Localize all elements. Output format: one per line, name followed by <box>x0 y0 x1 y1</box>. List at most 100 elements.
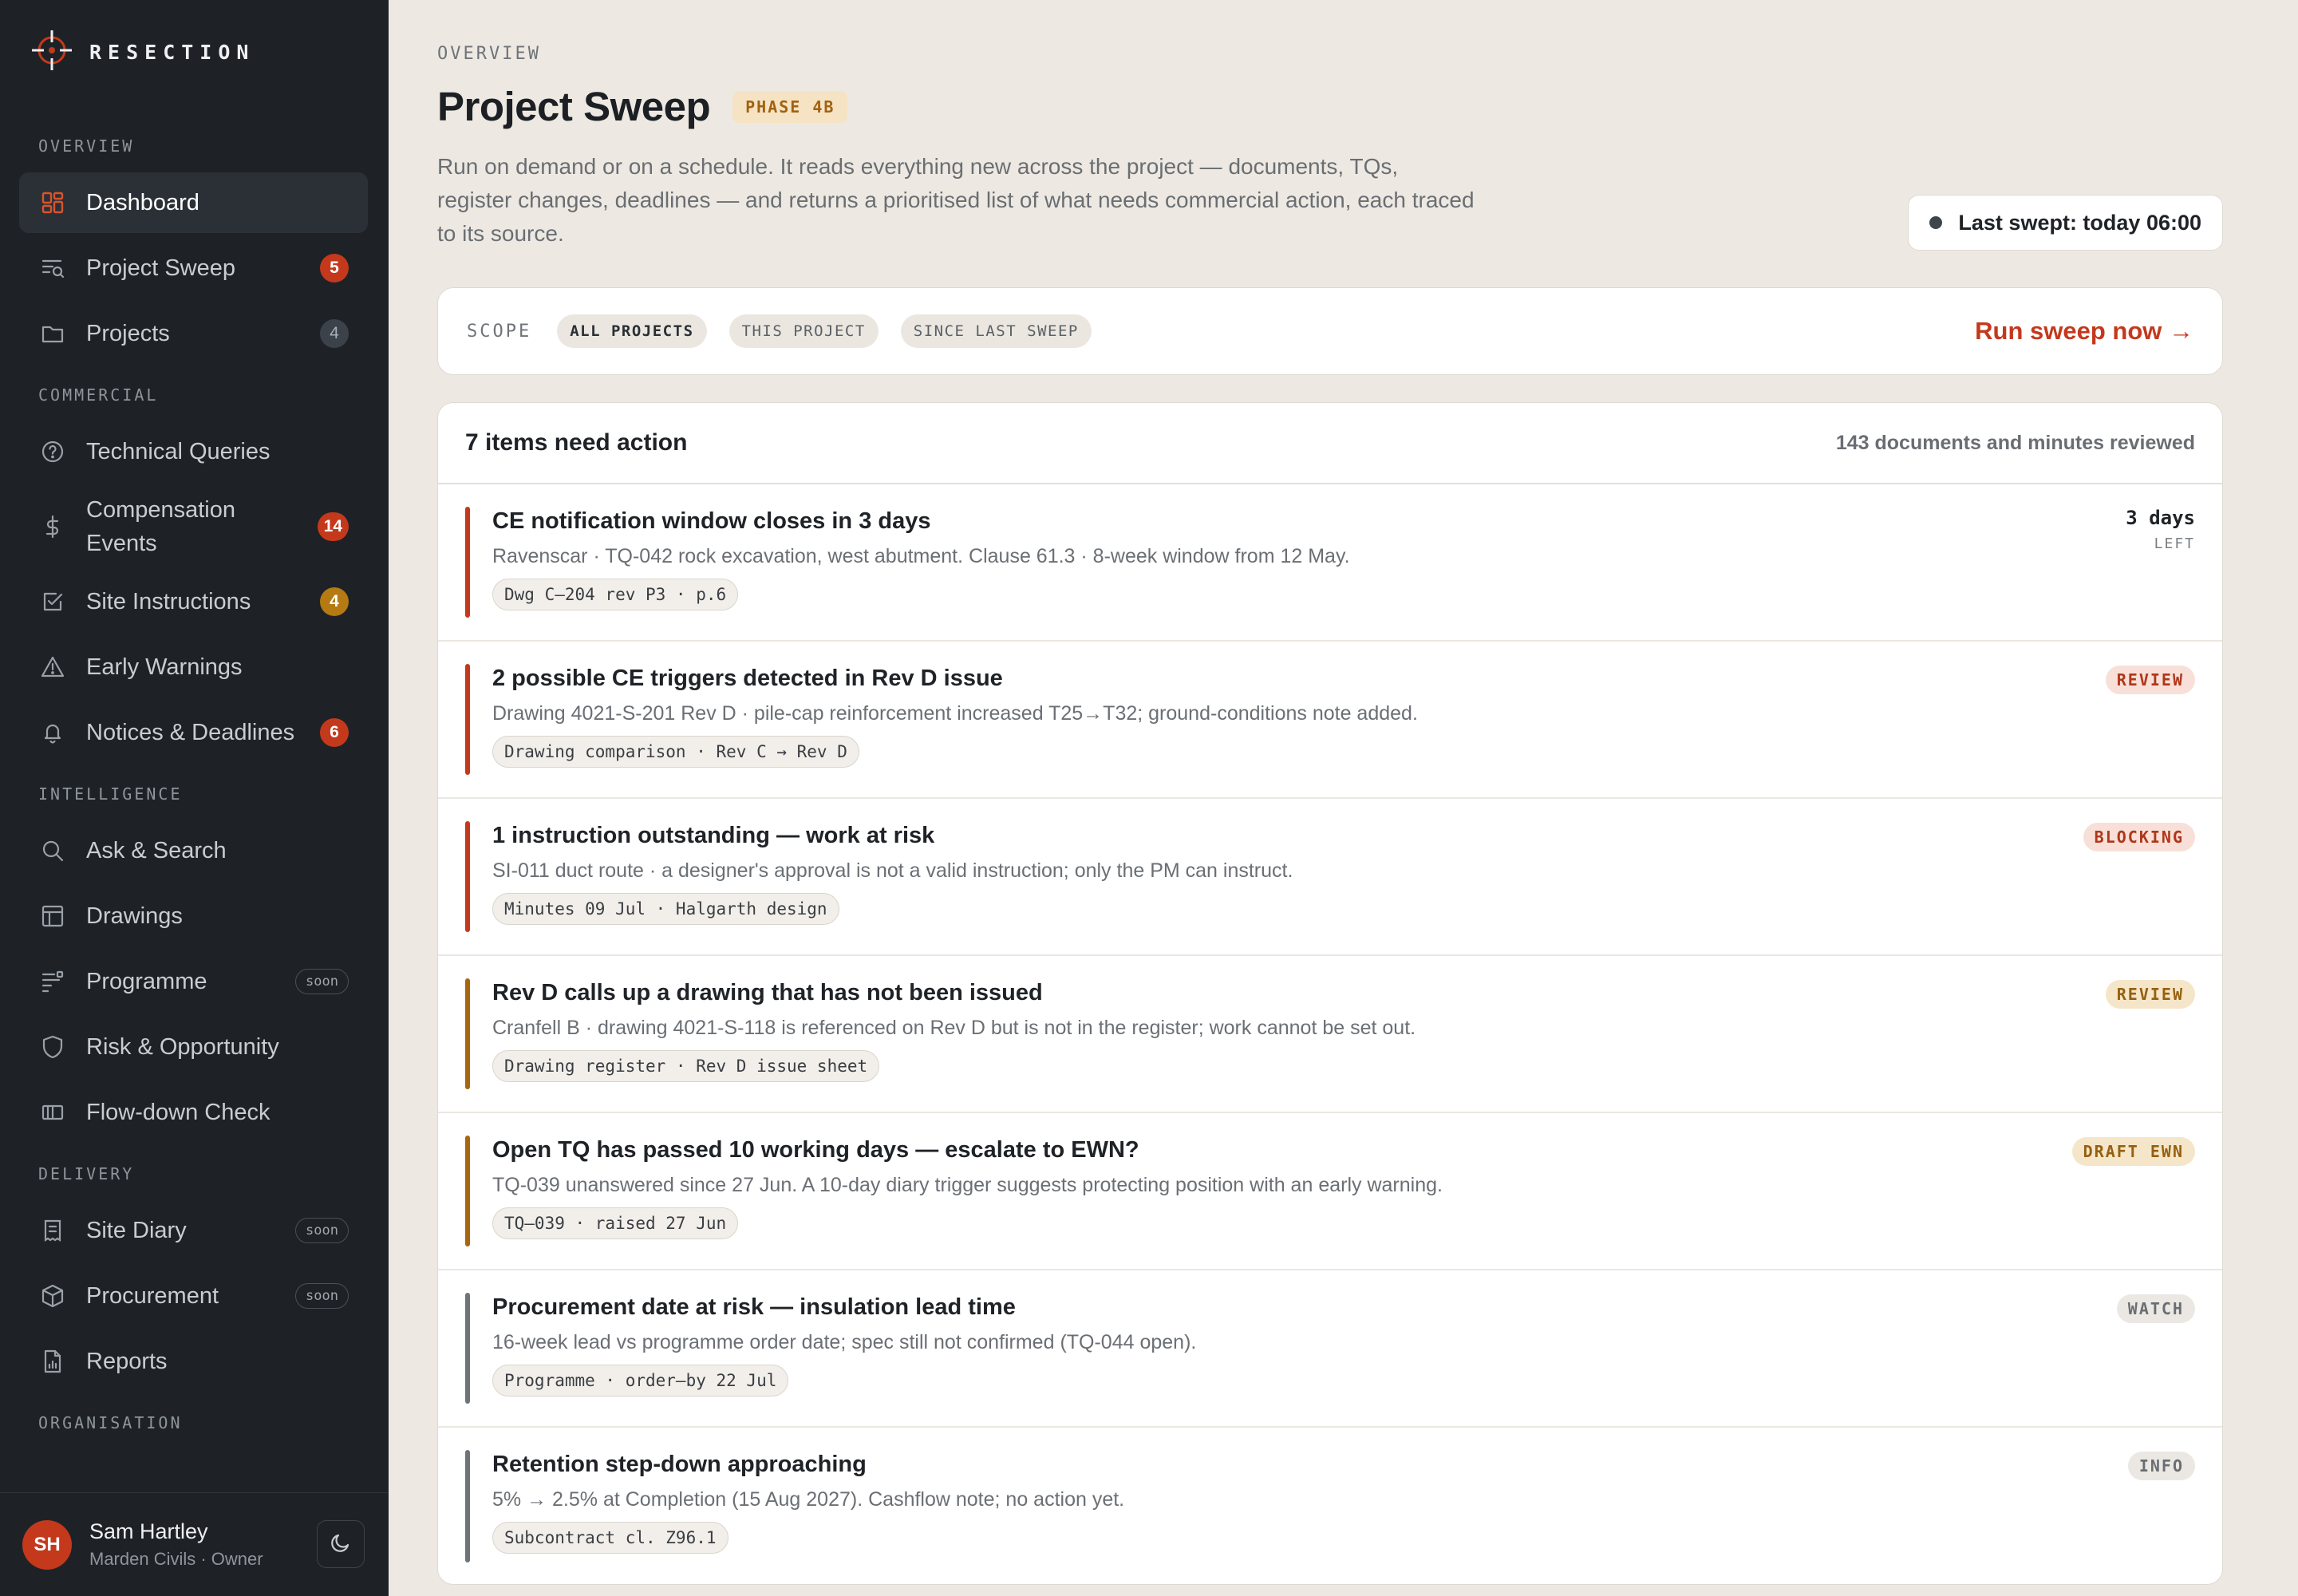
status-badge: INFO <box>2127 1452 2195 1480</box>
status-badge: WATCH <box>2116 1294 2195 1323</box>
sidebar-item-projects[interactable]: Projects 4 <box>19 303 368 364</box>
sidebar-nav: OVERVIEW Dashboard Project Sweep 5 Proje… <box>0 120 389 1449</box>
sidebar-item-label: Early Warnings <box>86 654 243 680</box>
priority-bar <box>465 978 470 1089</box>
sidebar-item-reports[interactable]: Reports <box>19 1331 368 1392</box>
item-description: Drawing 4021-S-201 Rev D · pile-cap rein… <box>492 702 1418 725</box>
priority-bar <box>465 1136 470 1246</box>
priority-bar <box>465 1450 470 1562</box>
item-title: Retention step-down approaching <box>492 1452 867 1477</box>
source-ref-chip[interactable]: Programme · order–by 22 Jul <box>492 1365 789 1396</box>
sidebar-item-technical-queries[interactable]: Technical Queries <box>19 421 368 482</box>
sidebar-item-programme[interactable]: Programme soon <box>19 951 368 1012</box>
sidebar-item-label: Site Diary <box>86 1218 187 1243</box>
list-item[interactable]: 2 possible CE triggers detected in Rev D… <box>438 642 2222 799</box>
results-meta: 143 documents and minutes reviewed <box>1835 431 2195 454</box>
scope-label: SCOPE <box>467 321 532 342</box>
sidebar-item-label: Notices & Deadlines <box>86 720 295 745</box>
section-overview: OVERVIEW <box>38 136 135 156</box>
source-ref-chip[interactable]: Dwg C–204 rev P3 · p.6 <box>492 579 739 610</box>
sidebar-item-notices-deadlines[interactable]: Notices & Deadlines 6 <box>19 702 368 763</box>
user-name: Sam Hartley <box>89 1519 208 1543</box>
scope-chip-this-project[interactable]: THIS PROJECT <box>728 314 879 348</box>
last-swept-indicator: Last swept: today 06:00 <box>1908 195 2223 251</box>
section-intelligence: INTELLIGENCE <box>38 784 183 804</box>
sidebar-item-drawings[interactable]: Drawings <box>19 886 368 946</box>
checkbox-icon <box>40 589 65 614</box>
question-icon <box>40 439 65 464</box>
report-icon <box>40 1349 65 1374</box>
item-title: 2 possible CE triggers detected in Rev D… <box>492 666 1003 691</box>
status-badge: REVIEW <box>2105 666 2195 694</box>
sidebar-item-ask-search[interactable]: Ask & Search <box>19 820 368 881</box>
sidebar-item-label: Projects <box>86 321 170 346</box>
item-title: Procurement date at risk — insulation le… <box>492 1294 1016 1320</box>
brand-name: RESECTION <box>89 40 255 64</box>
sidebar-item-early-warnings[interactable]: Early Warnings <box>19 637 368 697</box>
status-badge: REVIEW <box>2105 980 2195 1009</box>
status-dot-icon <box>1929 216 1943 229</box>
priority-bar <box>465 1293 470 1404</box>
item-title: 1 instruction outstanding — work at risk <box>492 823 935 848</box>
source-ref-chip[interactable]: TQ–039 · raised 27 Jun <box>492 1207 739 1239</box>
source-ref-chip[interactable]: Drawing register · Rev D issue sheet <box>492 1050 880 1082</box>
list-item[interactable]: Retention step-down approaching 5% → 2.5… <box>438 1428 2222 1584</box>
programme-icon <box>40 969 65 994</box>
sidebar-item-compensation-events[interactable]: Compensation Events 14 <box>19 487 368 567</box>
sidebar-item-label: Compensation Events <box>86 497 235 556</box>
sidebar-item-label: Site Instructions <box>86 589 251 614</box>
moon-icon <box>329 1531 353 1558</box>
list-item[interactable]: Rev D calls up a drawing that has not be… <box>438 956 2222 1113</box>
list-item[interactable]: Procurement date at risk — insulation le… <box>438 1270 2222 1428</box>
warning-icon <box>40 654 65 680</box>
count-badge: 5 <box>320 254 349 282</box>
sidebar-item-label: Flow-down Check <box>86 1100 270 1125</box>
folder-icon <box>40 321 65 346</box>
run-sweep-button[interactable]: Run sweep now → <box>1975 317 2193 346</box>
page-title: Project Sweep <box>437 84 711 129</box>
source-ref-chip[interactable]: Drawing comparison · Rev C → Rev D <box>492 736 859 768</box>
sidebar-item-project-sweep[interactable]: Project Sweep 5 <box>19 238 368 298</box>
source-ref-chip[interactable]: Subcontract cl. Z96.1 <box>492 1522 728 1554</box>
priority-bar <box>465 507 470 618</box>
sidebar: RESECTION OVERVIEW Dashboard Project Swe… <box>0 0 389 1596</box>
sidebar-item-procurement[interactable]: Procurement soon <box>19 1266 368 1326</box>
page-intro: Run on demand or on a schedule. It reads… <box>437 154 1475 246</box>
days-left-label: LEFT <box>2154 535 2195 552</box>
source-ref-chip[interactable]: Minutes 09 Jul · Halgarth design <box>492 893 839 925</box>
list-item[interactable]: Open TQ has passed 10 working days — esc… <box>438 1113 2222 1270</box>
soon-tag: soon <box>295 1218 349 1243</box>
brand[interactable]: RESECTION <box>30 30 255 73</box>
section-delivery: DELIVERY <box>38 1164 135 1183</box>
sidebar-item-site-diary[interactable]: Site Diary soon <box>19 1200 368 1261</box>
sidebar-item-label: Technical Queries <box>86 439 270 464</box>
phase-badge: PHASE 4B <box>732 90 848 123</box>
sidebar-item-dashboard[interactable]: Dashboard <box>19 172 368 233</box>
sidebar-item-site-instructions[interactable]: Site Instructions 4 <box>19 571 368 632</box>
count-badge: 14 <box>317 512 349 541</box>
scope-chip-since-last-sweep[interactable]: SINCE LAST SWEEP <box>900 314 1092 348</box>
scope-chip-all-projects[interactable]: ALL PROJECTS <box>557 314 707 348</box>
results-card: 7 items need action 143 documents and mi… <box>437 402 2223 1585</box>
sidebar-item-label: Dashboard <box>86 190 199 215</box>
list-item[interactable]: 1 instruction outstanding — work at risk… <box>438 799 2222 956</box>
list-item[interactable]: CE notification window closes in 3 days … <box>438 484 2222 642</box>
theme-toggle-button[interactable] <box>317 1520 365 1568</box>
sidebar-item-flow-down-check[interactable]: Flow-down Check <box>19 1082 368 1143</box>
item-description: TQ-039 unanswered since 27 Jun. A 10-day… <box>492 1174 1443 1196</box>
box-icon <box>40 1283 65 1309</box>
soon-tag: soon <box>295 969 349 994</box>
scope-bar: SCOPE ALL PROJECTS THIS PROJECT SINCE LA… <box>437 287 2223 375</box>
days-left: 3 days LEFT <box>2126 507 2195 552</box>
user-role: Marden Civils · Owner <box>89 1549 263 1569</box>
priority-bar <box>465 664 470 775</box>
status-badge: DRAFT EWN <box>2071 1137 2195 1166</box>
sidebar-item-risk-opportunity[interactable]: Risk & Opportunity <box>19 1017 368 1077</box>
crosshair-logo-icon <box>30 29 73 76</box>
item-description: SI-011 duct route · a designer's approva… <box>492 859 1293 882</box>
sidebar-item-label: Risk & Opportunity <box>86 1034 279 1060</box>
sidebar-item-label: Reports <box>86 1349 168 1374</box>
item-title: CE notification window closes in 3 days <box>492 508 931 534</box>
user-panel[interactable]: SH Sam Hartley Marden Civils · Owner <box>0 1492 389 1596</box>
section-organisation: ORGANISATION <box>38 1413 183 1432</box>
